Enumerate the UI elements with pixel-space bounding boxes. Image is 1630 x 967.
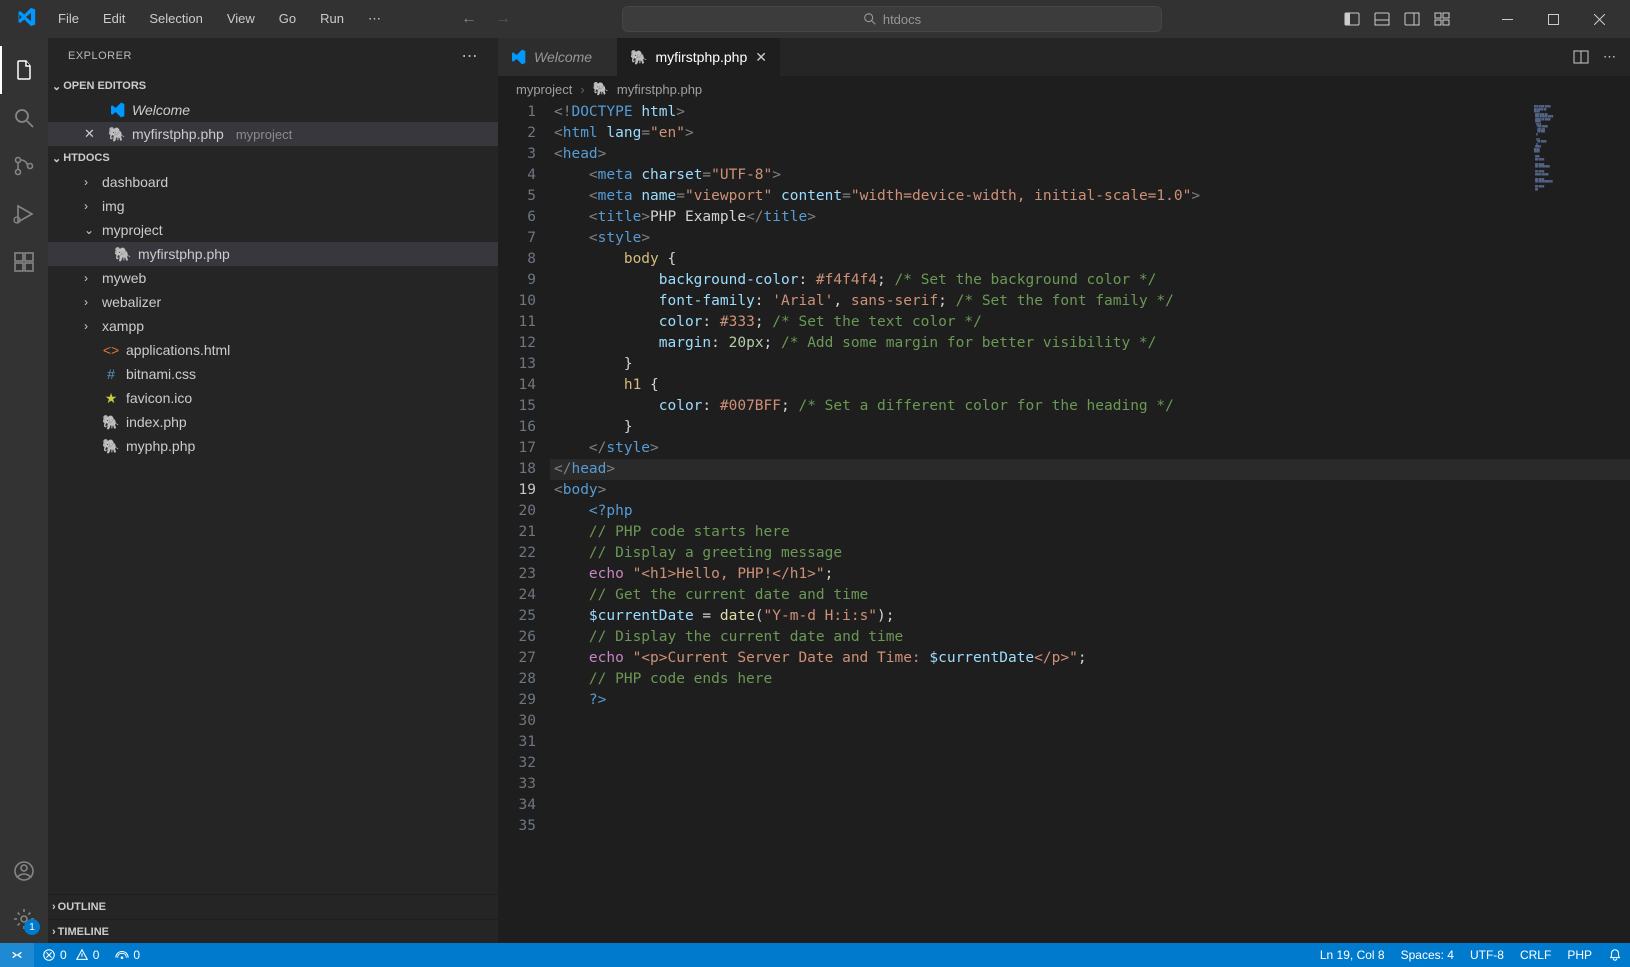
toggle-secondary-sidebar-icon[interactable]: [1404, 11, 1420, 27]
sidebar-more-icon[interactable]: ⋯: [462, 46, 479, 66]
open-editors-header[interactable]: ⌄OPEN EDITORS: [48, 74, 498, 98]
chevron-icon: ⌄: [84, 223, 96, 237]
nav-arrows: ← →: [461, 10, 511, 28]
workspace-header[interactable]: ⌄HTDOCS: [48, 146, 498, 170]
chevron-icon: ›: [84, 199, 96, 213]
window-close-icon[interactable]: [1576, 0, 1622, 38]
status-bar: 0 0 0 Ln 19, Col 8 Spaces: 4 UTF-8 CRLF …: [0, 943, 1630, 967]
file-favicon-ico[interactable]: ★favicon.ico: [48, 386, 498, 410]
toggle-primary-sidebar-icon[interactable]: [1344, 11, 1360, 27]
eol-status[interactable]: CRLF: [1512, 943, 1559, 967]
close-editor-icon[interactable]: ✕: [84, 126, 98, 142]
search-icon: [863, 12, 877, 26]
window-maximize-icon[interactable]: [1530, 0, 1576, 38]
file-applications-html[interactable]: <>applications.html: [48, 338, 498, 362]
activity-explorer-icon[interactable]: [0, 46, 48, 94]
folder-xampp[interactable]: ›xampp: [48, 314, 498, 338]
toggle-panel-icon[interactable]: [1374, 11, 1390, 27]
vscode-icon: [510, 49, 526, 65]
chevron-icon: ›: [84, 271, 96, 285]
folder-myweb[interactable]: ›myweb: [48, 266, 498, 290]
php-icon: 🐘: [593, 81, 609, 97]
customize-layout-icon[interactable]: [1434, 11, 1450, 27]
star-icon: ★: [102, 390, 120, 407]
editor-tabs: Welcome 🐘 myfirstphp.php ✕ ⋯: [498, 38, 1630, 76]
activity-run-debug-icon[interactable]: [0, 190, 48, 238]
nav-forward-icon[interactable]: →: [495, 10, 511, 28]
activity-source-control-icon[interactable]: [0, 142, 48, 190]
file-bitnami-css[interactable]: #bitnami.css: [48, 362, 498, 386]
indentation-status[interactable]: Spaces: 4: [1393, 943, 1462, 967]
open-editor-welcome[interactable]: Welcome: [48, 98, 498, 122]
activity-search-icon[interactable]: [0, 94, 48, 142]
split-editor-icon[interactable]: [1573, 49, 1589, 65]
outline-header[interactable]: ›OUTLINE: [48, 895, 498, 919]
chevron-icon: ›: [84, 295, 96, 309]
vscode-logo-icon: [16, 7, 40, 31]
search-placeholder: htdocs: [883, 12, 921, 27]
folder-img[interactable]: ›img: [48, 194, 498, 218]
file-index-php[interactable]: 🐘index.php: [48, 410, 498, 434]
open-editor-myfirstphp[interactable]: ✕ 🐘 myfirstphp.php myproject: [48, 122, 498, 146]
editor-area: Welcome 🐘 myfirstphp.php ✕ ⋯ myproject ›…: [498, 38, 1630, 943]
vscode-icon: [108, 102, 126, 118]
menu-run[interactable]: Run: [310, 7, 354, 31]
settings-badge: 1: [24, 919, 40, 935]
menu-view[interactable]: View: [217, 7, 265, 31]
command-center[interactable]: htdocs: [622, 6, 1162, 32]
folder-dashboard[interactable]: ›dashboard: [48, 170, 498, 194]
file-myfirstphp-php[interactable]: 🐘myfirstphp.php: [48, 242, 498, 266]
activity-accounts-icon[interactable]: [0, 847, 48, 895]
chevron-icon: ›: [84, 319, 96, 333]
php-icon: 🐘: [108, 126, 126, 143]
cursor-position[interactable]: Ln 19, Col 8: [1312, 943, 1393, 967]
editor-more-icon[interactable]: ⋯: [1603, 49, 1616, 65]
html-icon: <>: [102, 342, 120, 358]
php-icon: 🐘: [102, 414, 120, 431]
window-minimize-icon[interactable]: [1484, 0, 1530, 38]
folder-webalizer[interactable]: ›webalizer: [48, 290, 498, 314]
menu-edit[interactable]: Edit: [93, 7, 135, 31]
folder-myproject[interactable]: ⌄myproject: [48, 218, 498, 242]
activity-settings-icon[interactable]: 1: [0, 895, 48, 943]
remote-indicator[interactable]: [0, 943, 34, 967]
activity-extensions-icon[interactable]: [0, 238, 48, 286]
tab-myfirstphp[interactable]: 🐘 myfirstphp.php ✕: [618, 38, 780, 76]
sidebar-title: EXPLORER: [68, 50, 132, 62]
php-icon: 🐘: [102, 438, 120, 455]
menu-selection[interactable]: Selection: [139, 7, 212, 31]
menu-overflow-icon[interactable]: ⋯: [358, 7, 391, 31]
activity-bar: 1: [0, 38, 48, 943]
notifications-icon[interactable]: [1600, 943, 1630, 967]
problems-status[interactable]: 0 0: [34, 943, 107, 967]
tab-welcome[interactable]: Welcome: [498, 38, 618, 76]
language-mode[interactable]: PHP: [1559, 943, 1600, 967]
line-gutter: 1234567891011121314151617181920212223242…: [498, 102, 554, 943]
php-icon: 🐘: [114, 246, 132, 263]
code-content[interactable]: <!DOCTYPE html><html lang="en"><head> <m…: [554, 102, 1630, 943]
encoding-status[interactable]: UTF-8: [1462, 943, 1512, 967]
editor-body[interactable]: 1234567891011121314151617181920212223242…: [498, 102, 1630, 943]
menu-go[interactable]: Go: [269, 7, 306, 31]
minimap[interactable]: ███ ████ ██████ ████ ██████ ███ ███ ██ █…: [1530, 102, 1630, 302]
ports-status[interactable]: 0: [107, 943, 148, 967]
tab-close-icon[interactable]: ✕: [755, 49, 767, 66]
titlebar: File Edit Selection View Go Run ⋯ ← → ht…: [0, 0, 1630, 38]
chevron-icon: ›: [84, 175, 96, 189]
file-myphp-php[interactable]: 🐘myphp.php: [48, 434, 498, 458]
timeline-header[interactable]: ›TIMELINE: [48, 919, 498, 943]
breadcrumb[interactable]: myproject › 🐘 myfirstphp.php: [498, 76, 1630, 102]
menu-bar: File Edit Selection View Go Run ⋯: [48, 7, 391, 31]
css-icon: #: [102, 366, 120, 382]
menu-file[interactable]: File: [48, 7, 89, 31]
nav-back-icon[interactable]: ←: [461, 10, 477, 28]
explorer-sidebar: EXPLORER ⋯ ⌄OPEN EDITORS Welcome ✕ 🐘 myf…: [48, 38, 498, 943]
php-icon: 🐘: [630, 49, 647, 66]
